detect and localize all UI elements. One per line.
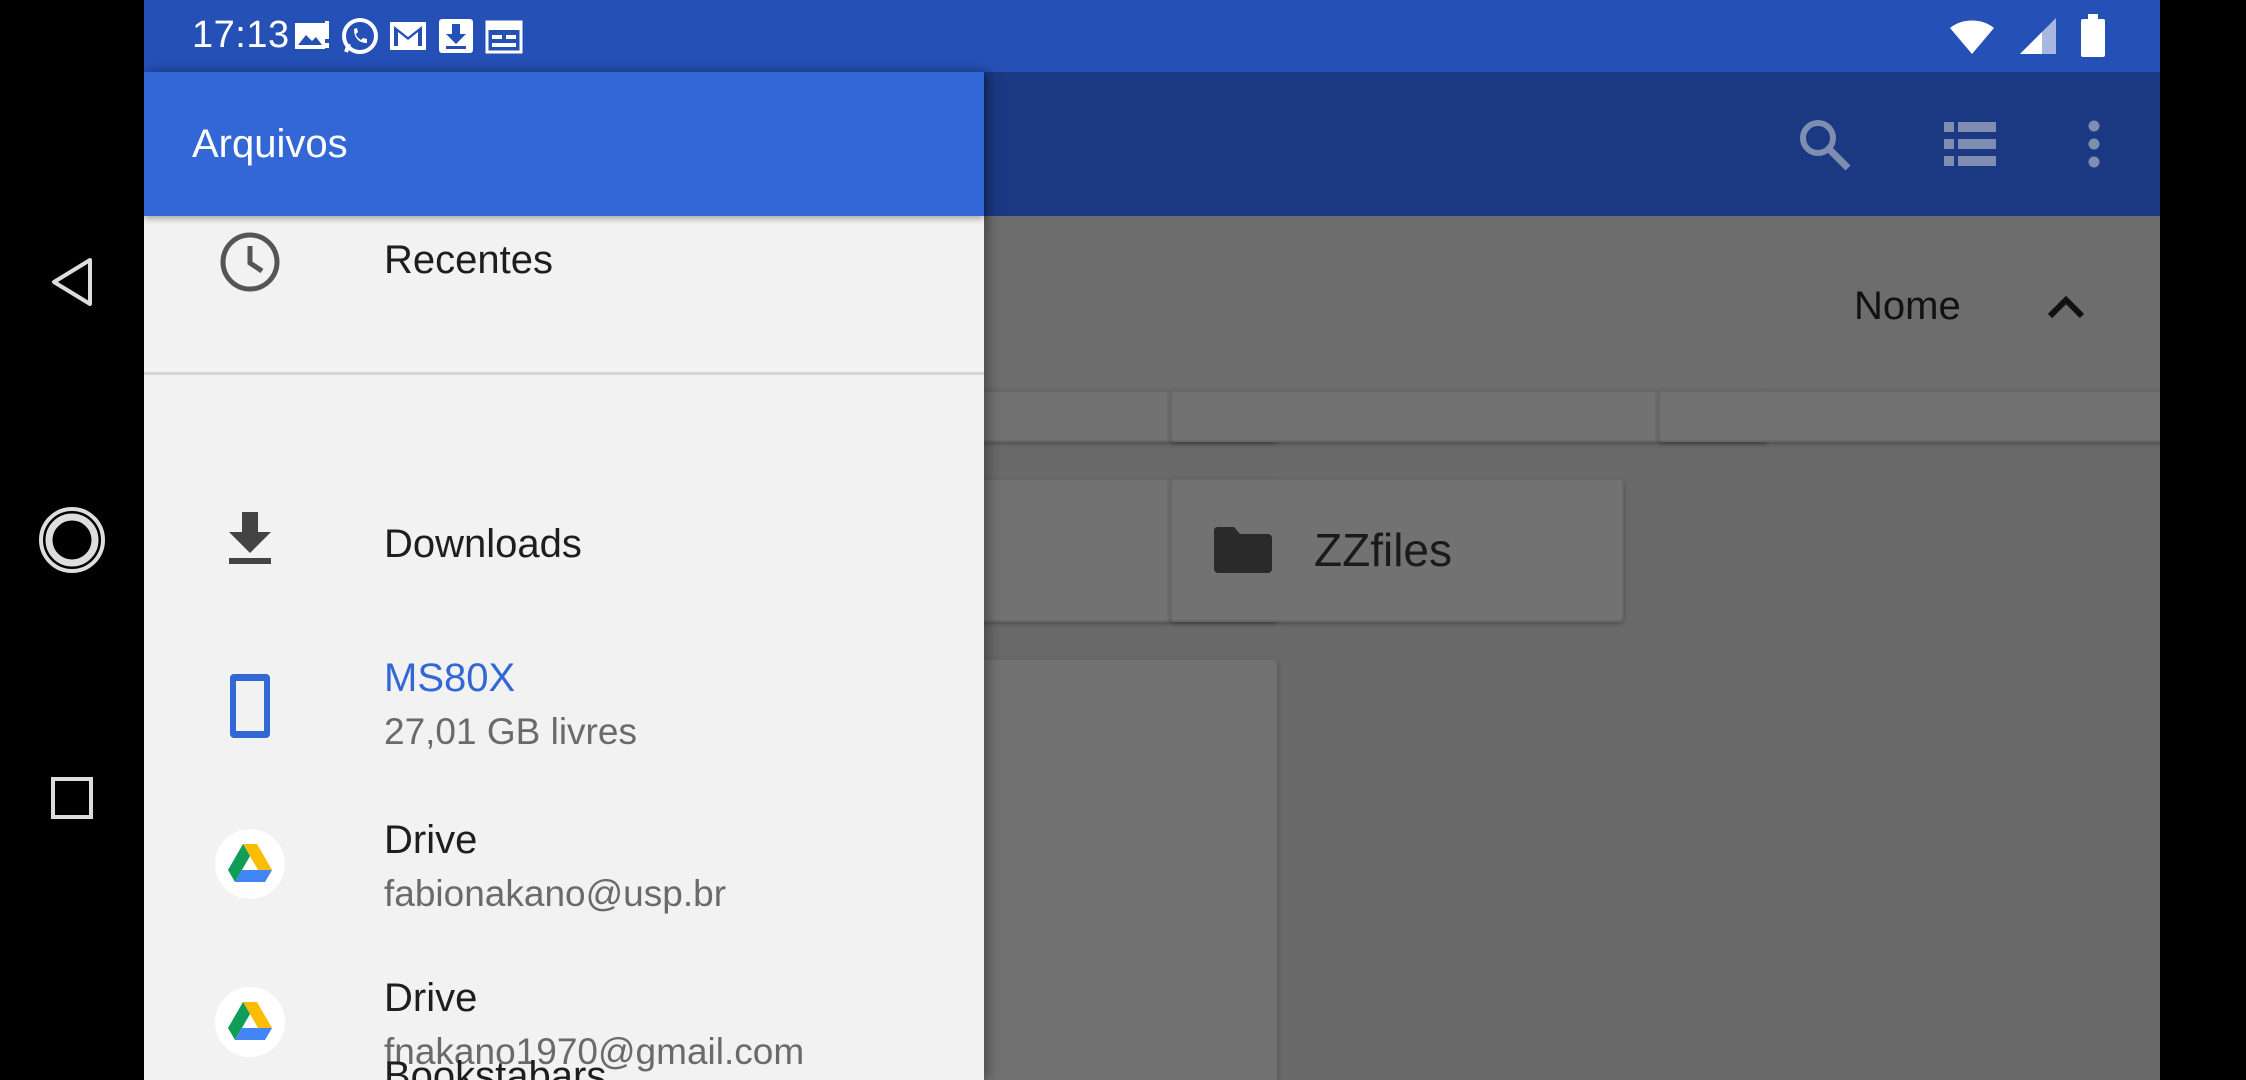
drawer-item-label: Recentes: [384, 238, 553, 282]
signal-icon: [2020, 18, 2056, 54]
phone-icon: [214, 670, 286, 742]
gallery-icon: [292, 16, 332, 56]
drawer-item-label: Drive: [384, 818, 478, 862]
status-bar: 17:13: [144, 0, 2160, 72]
home-circle-icon: [39, 507, 105, 573]
more-options-button[interactable]: [2062, 112, 2126, 176]
whatsapp-icon: [340, 16, 380, 56]
battery-icon: [2081, 14, 2105, 57]
list-view-button[interactable]: [1938, 112, 2002, 176]
navigation-drawer: Arquivos Recentes Downloads MS80X 27,01 …: [144, 72, 984, 1080]
status-time: 17:13: [192, 14, 290, 56]
drawer-item-recentes[interactable]: Recentes: [144, 216, 984, 366]
back-triangle-icon: [52, 258, 92, 306]
drawer-item-drive-usp[interactable]: Drive fabionakano@usp.br: [144, 792, 984, 950]
right-screen-edge: [2160, 0, 2246, 1080]
drawer-item-downloads[interactable]: Downloads: [144, 482, 984, 622]
calendar-icon: [484, 16, 524, 56]
sort-ascending-icon[interactable]: [2044, 286, 2088, 330]
drawer-item-label: Drive: [384, 976, 478, 1020]
drawer-item-label: MS80X: [384, 656, 516, 700]
more-vert-icon: [2088, 120, 2100, 168]
drawer-header: Arquivos: [144, 72, 984, 216]
drawer-item-sublabel: 27,01 GB livres: [384, 711, 637, 752]
drawer-item-label: Bookstabars: [384, 1054, 607, 1080]
wifi-icon: [1950, 20, 1994, 54]
download-icon: [214, 502, 286, 574]
drawer-item-bookstabars[interactable]: Bookstabars: [144, 1052, 984, 1080]
drawer-title: Arquivos: [192, 122, 348, 166]
file-card[interactable]: [1658, 390, 2160, 442]
drawer-item-sublabel: fabionakano@usp.br: [384, 873, 727, 914]
sort-by-name-button[interactable]: Nome: [1854, 284, 1961, 329]
home-button[interactable]: [22, 490, 122, 590]
system-status-icons: [1948, 14, 2106, 58]
folder-name: ZZfiles: [1314, 524, 1452, 576]
system-navigation-bar: [0, 0, 144, 1080]
drawer-item-ms80x[interactable]: MS80X 27,01 GB livres: [144, 634, 984, 784]
search-button[interactable]: [1792, 112, 1856, 176]
notification-icons: [292, 16, 524, 56]
back-button[interactable]: [22, 232, 122, 332]
google-drive-icon: [214, 828, 286, 900]
folder-card-zzfiles[interactable]: ZZfiles: [1170, 478, 1624, 622]
download-notification-icon: [436, 16, 476, 56]
list-view-icon: [1944, 122, 1996, 166]
drawer-item-label: Downloads: [384, 522, 582, 566]
recents-square-icon: [51, 777, 93, 819]
gmail-icon: [388, 16, 428, 56]
recents-button[interactable]: [22, 748, 122, 848]
clock-icon: [214, 226, 286, 298]
drawer-divider: [144, 372, 984, 375]
search-icon: [1800, 120, 1851, 171]
folder-icon: [1214, 527, 1272, 573]
google-drive-icon: [214, 986, 286, 1058]
device-screen: 17:13 Nome ZZfiles Arquivos Recentes Dow…: [144, 0, 2160, 1080]
